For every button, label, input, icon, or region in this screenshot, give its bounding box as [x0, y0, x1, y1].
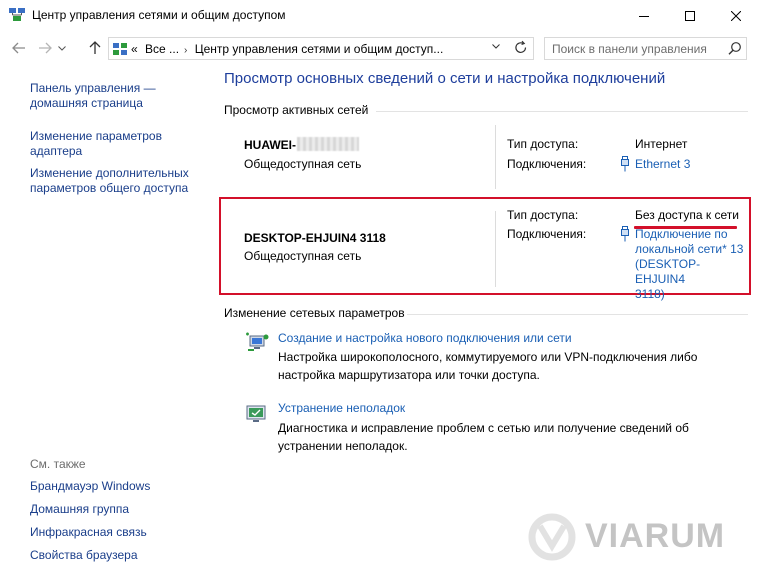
link-line[interactable]: Панель управления — — [30, 81, 156, 96]
divider — [407, 314, 748, 315]
arrow-up-icon — [89, 41, 101, 54]
change-settings-heading: Изменение сетевых параметров — [224, 306, 405, 320]
network-name: DESKTOP-EHJUIN4 3118 — [244, 231, 386, 245]
network-card-desktop: DESKTOP-EHJUIN4 3118 Общедоступная сеть … — [224, 199, 748, 301]
link-line[interactable]: (DESKTOP-EHJUIN4 — [635, 257, 748, 287]
title-bar: Центр управления сетями и общим доступом — [0, 0, 759, 31]
connections-label: Подключения: — [507, 227, 587, 241]
watermark-text: VIARUM — [585, 517, 726, 555]
network-center-app-icon — [9, 8, 25, 21]
new-connection-icon — [246, 332, 269, 351]
link-line[interactable]: параметров общего доступа — [30, 181, 189, 196]
ethernet-plug-icon — [621, 156, 629, 172]
network-type: Общедоступная сеть — [244, 157, 362, 171]
task-description: Диагностика и исправление проблем с сеть… — [278, 419, 718, 455]
connection-link-local-area-13[interactable]: Подключение по локальной сети* 13 (DESKT… — [635, 227, 748, 302]
link-line[interactable]: Изменение дополнительных — [30, 166, 189, 181]
task-description: Настройка широкополосного, коммутируемог… — [278, 348, 718, 384]
active-networks-heading: Просмотр активных сетей — [224, 103, 369, 117]
sidebar-link-advanced-sharing-settings[interactable]: Изменение дополнительных параметров обще… — [30, 166, 189, 196]
network-name: HUAWEI- — [244, 137, 359, 152]
access-type-label: Тип доступа: — [507, 137, 579, 151]
forward-button[interactable] — [36, 39, 54, 57]
troubleshoot-link[interactable]: Устранение неполадок — [278, 401, 405, 415]
search-icon[interactable] — [728, 41, 742, 55]
breadcrumb-overflow[interactable]: « — [131, 42, 138, 56]
minimize-button[interactable] — [621, 0, 667, 31]
sidebar-link-change-adapter-settings[interactable]: Изменение параметров адаптера — [30, 129, 162, 159]
connections-label: Подключения: — [507, 157, 587, 171]
arrow-left-icon — [12, 42, 25, 54]
see-also-heading: См. также — [30, 457, 86, 471]
divider — [376, 111, 748, 112]
divider — [495, 211, 496, 287]
link-line[interactable]: Подключение по — [635, 227, 748, 242]
link-line[interactable]: 3118) — [635, 287, 748, 302]
network-type: Общедоступная сеть — [244, 249, 362, 263]
red-underline-mark — [634, 226, 737, 229]
close-icon — [731, 10, 741, 21]
chevron-down-icon — [58, 45, 66, 51]
see-also-link-internet-options[interactable]: Свойства браузера — [30, 548, 138, 562]
minimize-icon — [639, 15, 649, 17]
control-panel-icon — [113, 43, 127, 55]
network-name-text: HUAWEI- — [244, 138, 296, 152]
link-line[interactable]: локальной сети* 13 — [635, 242, 748, 257]
back-button[interactable] — [10, 39, 28, 57]
refresh-icon[interactable] — [514, 40, 528, 56]
window-title: Центр управления сетями и общим доступом — [32, 8, 286, 22]
chevron-right-icon[interactable]: › — [184, 45, 187, 56]
breadcrumb: « Все ... › Центр управления сетями и общ… — [131, 42, 447, 56]
task-description-line: настройка маршрутизатора или точки досту… — [278, 368, 540, 382]
left-pane: Панель управления — домашняя страница Из… — [0, 65, 210, 583]
address-dropdown-icon[interactable] — [492, 44, 500, 49]
sidebar-link-control-panel-home[interactable]: Панель управления — домашняя страница — [30, 81, 156, 111]
ethernet-plug-icon — [621, 226, 629, 242]
network-card-huawei: HUAWEI- Общедоступная сеть Тип доступа: … — [224, 122, 748, 192]
address-bar[interactable]: « Все ... › Центр управления сетями и общ… — [108, 37, 534, 60]
see-also-link-homegroup[interactable]: Домашняя группа — [30, 502, 129, 516]
see-also-link-infrared[interactable]: Инфракрасная связь — [30, 525, 147, 539]
close-button[interactable] — [713, 0, 759, 31]
task-description-line: устранении неполадок. — [278, 439, 408, 453]
troubleshoot-icon — [246, 405, 266, 422]
divider — [495, 125, 496, 189]
redacted-text — [297, 137, 359, 151]
search-input[interactable] — [545, 38, 725, 59]
maximize-icon — [685, 10, 695, 21]
up-button[interactable] — [86, 39, 104, 57]
arrow-right-icon — [39, 42, 52, 54]
task-description-line: Диагностика и исправление проблем с сеть… — [278, 421, 689, 435]
search-box[interactable] — [544, 37, 747, 60]
access-type-value: Интернет — [635, 137, 688, 151]
link-line[interactable]: Изменение параметров — [30, 129, 162, 144]
breadcrumb-item-network-center[interactable]: Центр управления сетями и общим доступ..… — [195, 42, 444, 56]
maximize-button[interactable] — [667, 0, 713, 31]
recent-locations-button[interactable] — [56, 39, 68, 57]
access-type-label: Тип доступа: — [507, 208, 579, 222]
breadcrumb-item-all[interactable]: Все ... — [145, 42, 179, 56]
link-line[interactable]: адаптера — [30, 144, 162, 159]
page-title: Просмотр основных сведений о сети и наст… — [224, 70, 666, 87]
task-description-line: Настройка широкополосного, коммутируемог… — [278, 350, 698, 364]
link-line[interactable]: домашняя страница — [30, 96, 156, 111]
navigation-bar: « Все ... › Центр управления сетями и общ… — [0, 31, 759, 65]
access-type-value: Без доступа к сети — [635, 208, 739, 222]
connection-link-ethernet-3[interactable]: Ethernet 3 — [635, 157, 690, 171]
see-also-link-firewall[interactable]: Брандмауэр Windows — [30, 479, 150, 493]
create-connection-link[interactable]: Создание и настройка нового подключения … — [278, 331, 572, 345]
